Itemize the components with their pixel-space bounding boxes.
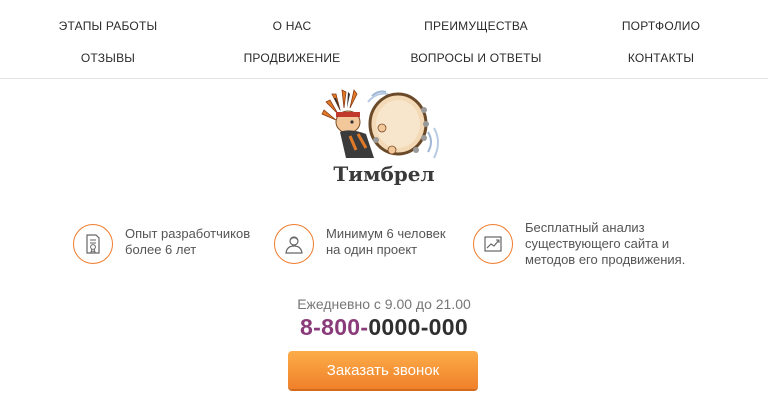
phone-prefix: 8-800-: [300, 314, 369, 340]
nav-link-portfolio[interactable]: ПОРТФОЛИО: [571, 16, 751, 36]
growth-chart-icon: [473, 224, 513, 264]
feature-analysis-text: Бесплатный анализ существующего сайта и …: [525, 220, 686, 267]
top-navigation: ЭТАПЫ РАБОТЫ О НАС ПРЕИМУЩЕСТВА ПОРТФОЛИ…: [0, 0, 768, 79]
certificate-icon: [73, 224, 113, 264]
nav-link-contacts[interactable]: КОНТАКТЫ: [571, 48, 751, 68]
user-icon: [274, 224, 314, 264]
nav-row-2: ОТЗЫВЫ ПРОДВИЖЕНИЕ ВОПРОСЫ И ОТВЕТЫ КОНТ…: [0, 48, 768, 68]
nav-link-about[interactable]: О НАС: [202, 16, 382, 36]
request-call-button[interactable]: Заказать звонок: [288, 351, 478, 389]
nav-link-advantages[interactable]: ПРЕИМУЩЕСТВА: [386, 16, 566, 36]
phone-rest: 0000-000: [368, 314, 468, 340]
site-logo[interactable]: Тимбрел: [320, 88, 448, 192]
logo-text: Тимбрел: [333, 162, 435, 186]
nav-row-1: ЭТАПЫ РАБОТЫ О НАС ПРЕИМУЩЕСТВА ПОРТФОЛИ…: [0, 16, 768, 36]
nav-link-promotion[interactable]: ПРОДВИЖЕНИЕ: [202, 48, 382, 68]
features-list: Опыт разработчиков более 6 лет Минимум 6…: [0, 220, 768, 280]
drummer-mascot-icon: [321, 89, 439, 159]
phone-number[interactable]: 8-800-0000-000: [0, 314, 768, 341]
nav-link-stages[interactable]: ЭТАПЫ РАБОТЫ: [18, 16, 198, 36]
working-hours: Ежедневно с 9.00 до 21.00: [297, 296, 471, 312]
nav-link-faq[interactable]: ВОПРОСЫ И ОТВЕТЫ: [386, 48, 566, 68]
nav-link-reviews[interactable]: ОТЗЫВЫ: [18, 48, 198, 68]
